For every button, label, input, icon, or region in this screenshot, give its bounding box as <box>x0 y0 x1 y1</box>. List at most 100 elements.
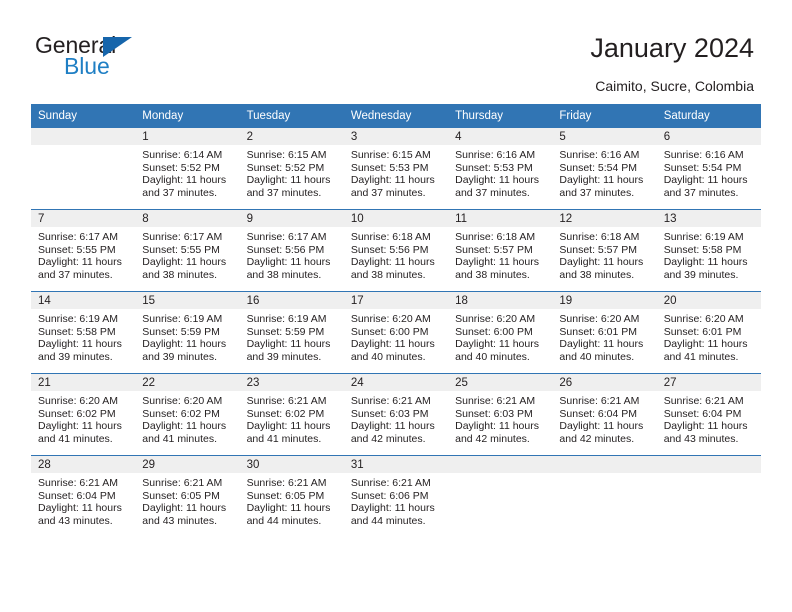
calendar-day-cell[interactable]: 19 Sunrise: 6:20 AM Sunset: 6:01 PM Dayligh… <box>552 291 657 374</box>
calendar-day-cell[interactable]: 1 Sunrise: 6:14 AM Sunset: 5:52 PM Daylight… <box>135 128 240 210</box>
day-number: 28 <box>31 456 136 473</box>
calendar-day-cell[interactable]: 13 Sunrise: 6:19 AM Sunset: 5:58 PM Dayligh… <box>656 209 761 292</box>
calendar-day-cell[interactable]: 15 Sunrise: 6:19 AM Sunset: 5:59 PM Dayligh… <box>135 291 240 374</box>
daylight-duration: Daylight: 11 hours and 37 minutes. <box>38 256 122 281</box>
day-number: 21 <box>31 374 136 391</box>
weekday-header-tuesday: Tuesday <box>239 104 344 128</box>
calendar-day-cell[interactable]: 27 Sunrise: 6:21 AM Sunset: 6:04 PM Dayligh… <box>656 373 761 456</box>
calendar-day-cell[interactable]: 10 Sunrise: 6:18 AM Sunset: 5:56 PM Dayligh… <box>343 209 449 292</box>
calendar-day-cell[interactable]: 5 Sunrise: 6:16 AM Sunset: 5:54 PM Daylight… <box>552 128 657 210</box>
day-details: Sunrise: 6:18 AM Sunset: 5:57 PM Daylight:… <box>552 227 656 281</box>
calendar-day-cell[interactable]: 18 Sunrise: 6:20 AM Sunset: 6:00 PM Dayligh… <box>448 291 553 374</box>
daylight-duration: Daylight: 11 hours and 37 minutes. <box>455 174 539 199</box>
calendar-week-row: 21 Sunrise: 6:20 AM Sunset: 6:02 PM Dayligh… <box>31 373 761 456</box>
calendar-day-cell <box>552 455 657 537</box>
weekday-header-thursday: Thursday <box>448 104 553 128</box>
calendar-body: 1 Sunrise: 6:14 AM Sunset: 5:52 PM Daylight… <box>31 128 761 537</box>
calendar-page: General Blue January 2024 Caimito, Sucre… <box>0 0 792 612</box>
calendar-day-cell[interactable]: 22 Sunrise: 6:20 AM Sunset: 6:02 PM Dayligh… <box>135 373 240 456</box>
calendar-day-cell[interactable]: 29 Sunrise: 6:21 AM Sunset: 6:05 PM Dayligh… <box>135 455 240 537</box>
day-details <box>657 473 761 477</box>
day-number <box>31 128 136 145</box>
sunset-time: Sunset: 6:00 PM <box>455 325 533 338</box>
calendar-day-cell[interactable]: 31 Sunrise: 6:21 AM Sunset: 6:06 PM Dayligh… <box>343 455 449 537</box>
day-cell-inner <box>448 456 553 537</box>
calendar-day-cell[interactable]: 14 Sunrise: 6:19 AM Sunset: 5:58 PM Dayligh… <box>31 291 136 374</box>
day-number: 3 <box>343 128 449 145</box>
daylight-duration: Daylight: 11 hours and 38 minutes. <box>559 256 644 281</box>
day-cell-inner: 4 Sunrise: 6:16 AM Sunset: 5:53 PM Daylight… <box>448 128 553 209</box>
day-number: 2 <box>239 128 344 145</box>
day-details: Sunrise: 6:17 AM Sunset: 5:56 PM Daylight:… <box>240 227 344 281</box>
calendar-day-cell[interactable]: 25 Sunrise: 6:21 AM Sunset: 6:03 PM Dayligh… <box>448 373 553 456</box>
calendar-day-cell <box>31 128 136 210</box>
sunrise-time: Sunrise: 6:21 AM <box>663 395 744 407</box>
sunset-time: Sunset: 6:03 PM <box>350 407 429 420</box>
calendar-day-cell[interactable]: 17 Sunrise: 6:20 AM Sunset: 6:00 PM Dayligh… <box>343 291 449 374</box>
sunset-time: Sunset: 6:02 PM <box>246 407 325 420</box>
day-cell-inner: 21 Sunrise: 6:20 AM Sunset: 6:02 PM Dayligh… <box>31 374 136 455</box>
day-number: 18 <box>448 292 553 309</box>
calendar-day-cell[interactable]: 28 Sunrise: 6:21 AM Sunset: 6:04 PM Dayligh… <box>31 455 136 537</box>
page-header: General Blue January 2024 Caimito, Sucre… <box>0 0 792 104</box>
weekday-header-wednesday: Wednesday <box>343 104 449 128</box>
calendar-day-cell[interactable]: 3 Sunrise: 6:15 AM Sunset: 5:53 PM Daylight… <box>343 128 449 210</box>
day-details: Sunrise: 6:20 AM Sunset: 6:00 PM Daylight:… <box>448 309 552 363</box>
day-number: 20 <box>656 292 761 309</box>
calendar-week-row: 1 Sunrise: 6:14 AM Sunset: 5:52 PM Daylight… <box>31 128 761 210</box>
day-number: 6 <box>656 128 761 145</box>
day-cell-inner: 9 Sunrise: 6:17 AM Sunset: 5:56 PM Daylight… <box>239 210 344 291</box>
sunset-time: Sunset: 6:03 PM <box>455 407 533 420</box>
daylight-duration: Daylight: 11 hours and 37 minutes. <box>350 174 435 199</box>
weekday-header-saturday: Saturday <box>656 104 761 128</box>
calendar-day-cell[interactable]: 2 Sunrise: 6:15 AM Sunset: 5:52 PM Daylight… <box>239 128 344 210</box>
calendar-day-cell[interactable]: 23 Sunrise: 6:21 AM Sunset: 6:02 PM Dayligh… <box>239 373 344 456</box>
calendar-day-cell[interactable]: 11 Sunrise: 6:18 AM Sunset: 5:57 PM Dayligh… <box>448 209 553 292</box>
daylight-duration: Daylight: 11 hours and 43 minutes. <box>663 420 748 445</box>
calendar-day-cell[interactable]: 4 Sunrise: 6:16 AM Sunset: 5:53 PM Daylight… <box>448 128 553 210</box>
sunrise-time: Sunrise: 6:16 AM <box>663 149 744 161</box>
calendar-day-cell[interactable]: 26 Sunrise: 6:21 AM Sunset: 6:04 PM Dayligh… <box>552 373 657 456</box>
day-details: Sunrise: 6:16 AM Sunset: 5:53 PM Daylight:… <box>448 145 552 199</box>
sunset-time: Sunset: 6:01 PM <box>559 325 638 338</box>
daylight-duration: Daylight: 11 hours and 42 minutes. <box>350 420 435 445</box>
weekday-header-friday: Friday <box>552 104 657 128</box>
day-details: Sunrise: 6:19 AM Sunset: 5:58 PM Daylight:… <box>657 227 761 281</box>
calendar-day-cell[interactable]: 6 Sunrise: 6:16 AM Sunset: 5:54 PM Daylight… <box>656 128 761 210</box>
sunrise-time: Sunrise: 6:17 AM <box>142 231 223 243</box>
day-number <box>656 456 761 473</box>
location-subtitle: Caimito, Sucre, Colombia <box>595 78 754 94</box>
day-cell-inner: 24 Sunrise: 6:21 AM Sunset: 6:03 PM Dayligh… <box>343 374 449 455</box>
daylight-duration: Daylight: 11 hours and 43 minutes. <box>142 502 227 527</box>
day-cell-inner: 6 Sunrise: 6:16 AM Sunset: 5:54 PM Daylight… <box>656 128 761 209</box>
day-number: 15 <box>135 292 240 309</box>
day-cell-inner: 8 Sunrise: 6:17 AM Sunset: 5:55 PM Daylight… <box>135 210 240 291</box>
daylight-duration: Daylight: 11 hours and 38 minutes. <box>455 256 539 281</box>
sunset-time: Sunset: 5:57 PM <box>559 243 638 256</box>
day-details: Sunrise: 6:17 AM Sunset: 5:55 PM Daylight:… <box>31 227 135 281</box>
calendar-day-cell[interactable]: 24 Sunrise: 6:21 AM Sunset: 6:03 PM Dayligh… <box>343 373 449 456</box>
calendar-day-cell <box>448 455 553 537</box>
sunrise-time: Sunrise: 6:19 AM <box>663 231 744 243</box>
day-number: 14 <box>31 292 136 309</box>
calendar-day-cell[interactable]: 21 Sunrise: 6:20 AM Sunset: 6:02 PM Dayligh… <box>31 373 136 456</box>
calendar-day-cell[interactable]: 12 Sunrise: 6:18 AM Sunset: 5:57 PM Dayligh… <box>552 209 657 292</box>
day-cell-inner: 14 Sunrise: 6:19 AM Sunset: 5:58 PM Dayligh… <box>31 292 136 373</box>
day-cell-inner: 5 Sunrise: 6:16 AM Sunset: 5:54 PM Daylight… <box>552 128 657 209</box>
daylight-duration: Daylight: 11 hours and 41 minutes. <box>38 420 122 445</box>
day-details: Sunrise: 6:16 AM Sunset: 5:54 PM Daylight:… <box>657 145 761 199</box>
sunset-time: Sunset: 5:54 PM <box>559 161 638 174</box>
calendar-day-cell[interactable]: 30 Sunrise: 6:21 AM Sunset: 6:05 PM Dayligh… <box>239 455 344 537</box>
calendar-day-cell[interactable]: 8 Sunrise: 6:17 AM Sunset: 5:55 PM Daylight… <box>135 209 240 292</box>
sunset-time: Sunset: 6:02 PM <box>142 407 220 420</box>
sunrise-time: Sunrise: 6:21 AM <box>38 477 118 489</box>
day-details: Sunrise: 6:18 AM Sunset: 5:56 PM Daylight:… <box>344 227 448 281</box>
calendar-day-cell[interactable]: 16 Sunrise: 6:19 AM Sunset: 5:59 PM Dayligh… <box>239 291 344 374</box>
day-number: 16 <box>239 292 344 309</box>
sunset-time: Sunset: 5:58 PM <box>663 243 742 256</box>
calendar-day-cell[interactable]: 7 Sunrise: 6:17 AM Sunset: 5:55 PM Daylight… <box>31 209 136 292</box>
calendar-day-cell[interactable]: 9 Sunrise: 6:17 AM Sunset: 5:56 PM Daylight… <box>239 209 344 292</box>
day-cell-inner: 18 Sunrise: 6:20 AM Sunset: 6:00 PM Dayligh… <box>448 292 553 373</box>
day-details: Sunrise: 6:15 AM Sunset: 5:52 PM Daylight:… <box>240 145 344 199</box>
calendar-day-cell[interactable]: 20 Sunrise: 6:20 AM Sunset: 6:01 PM Dayligh… <box>656 291 761 374</box>
